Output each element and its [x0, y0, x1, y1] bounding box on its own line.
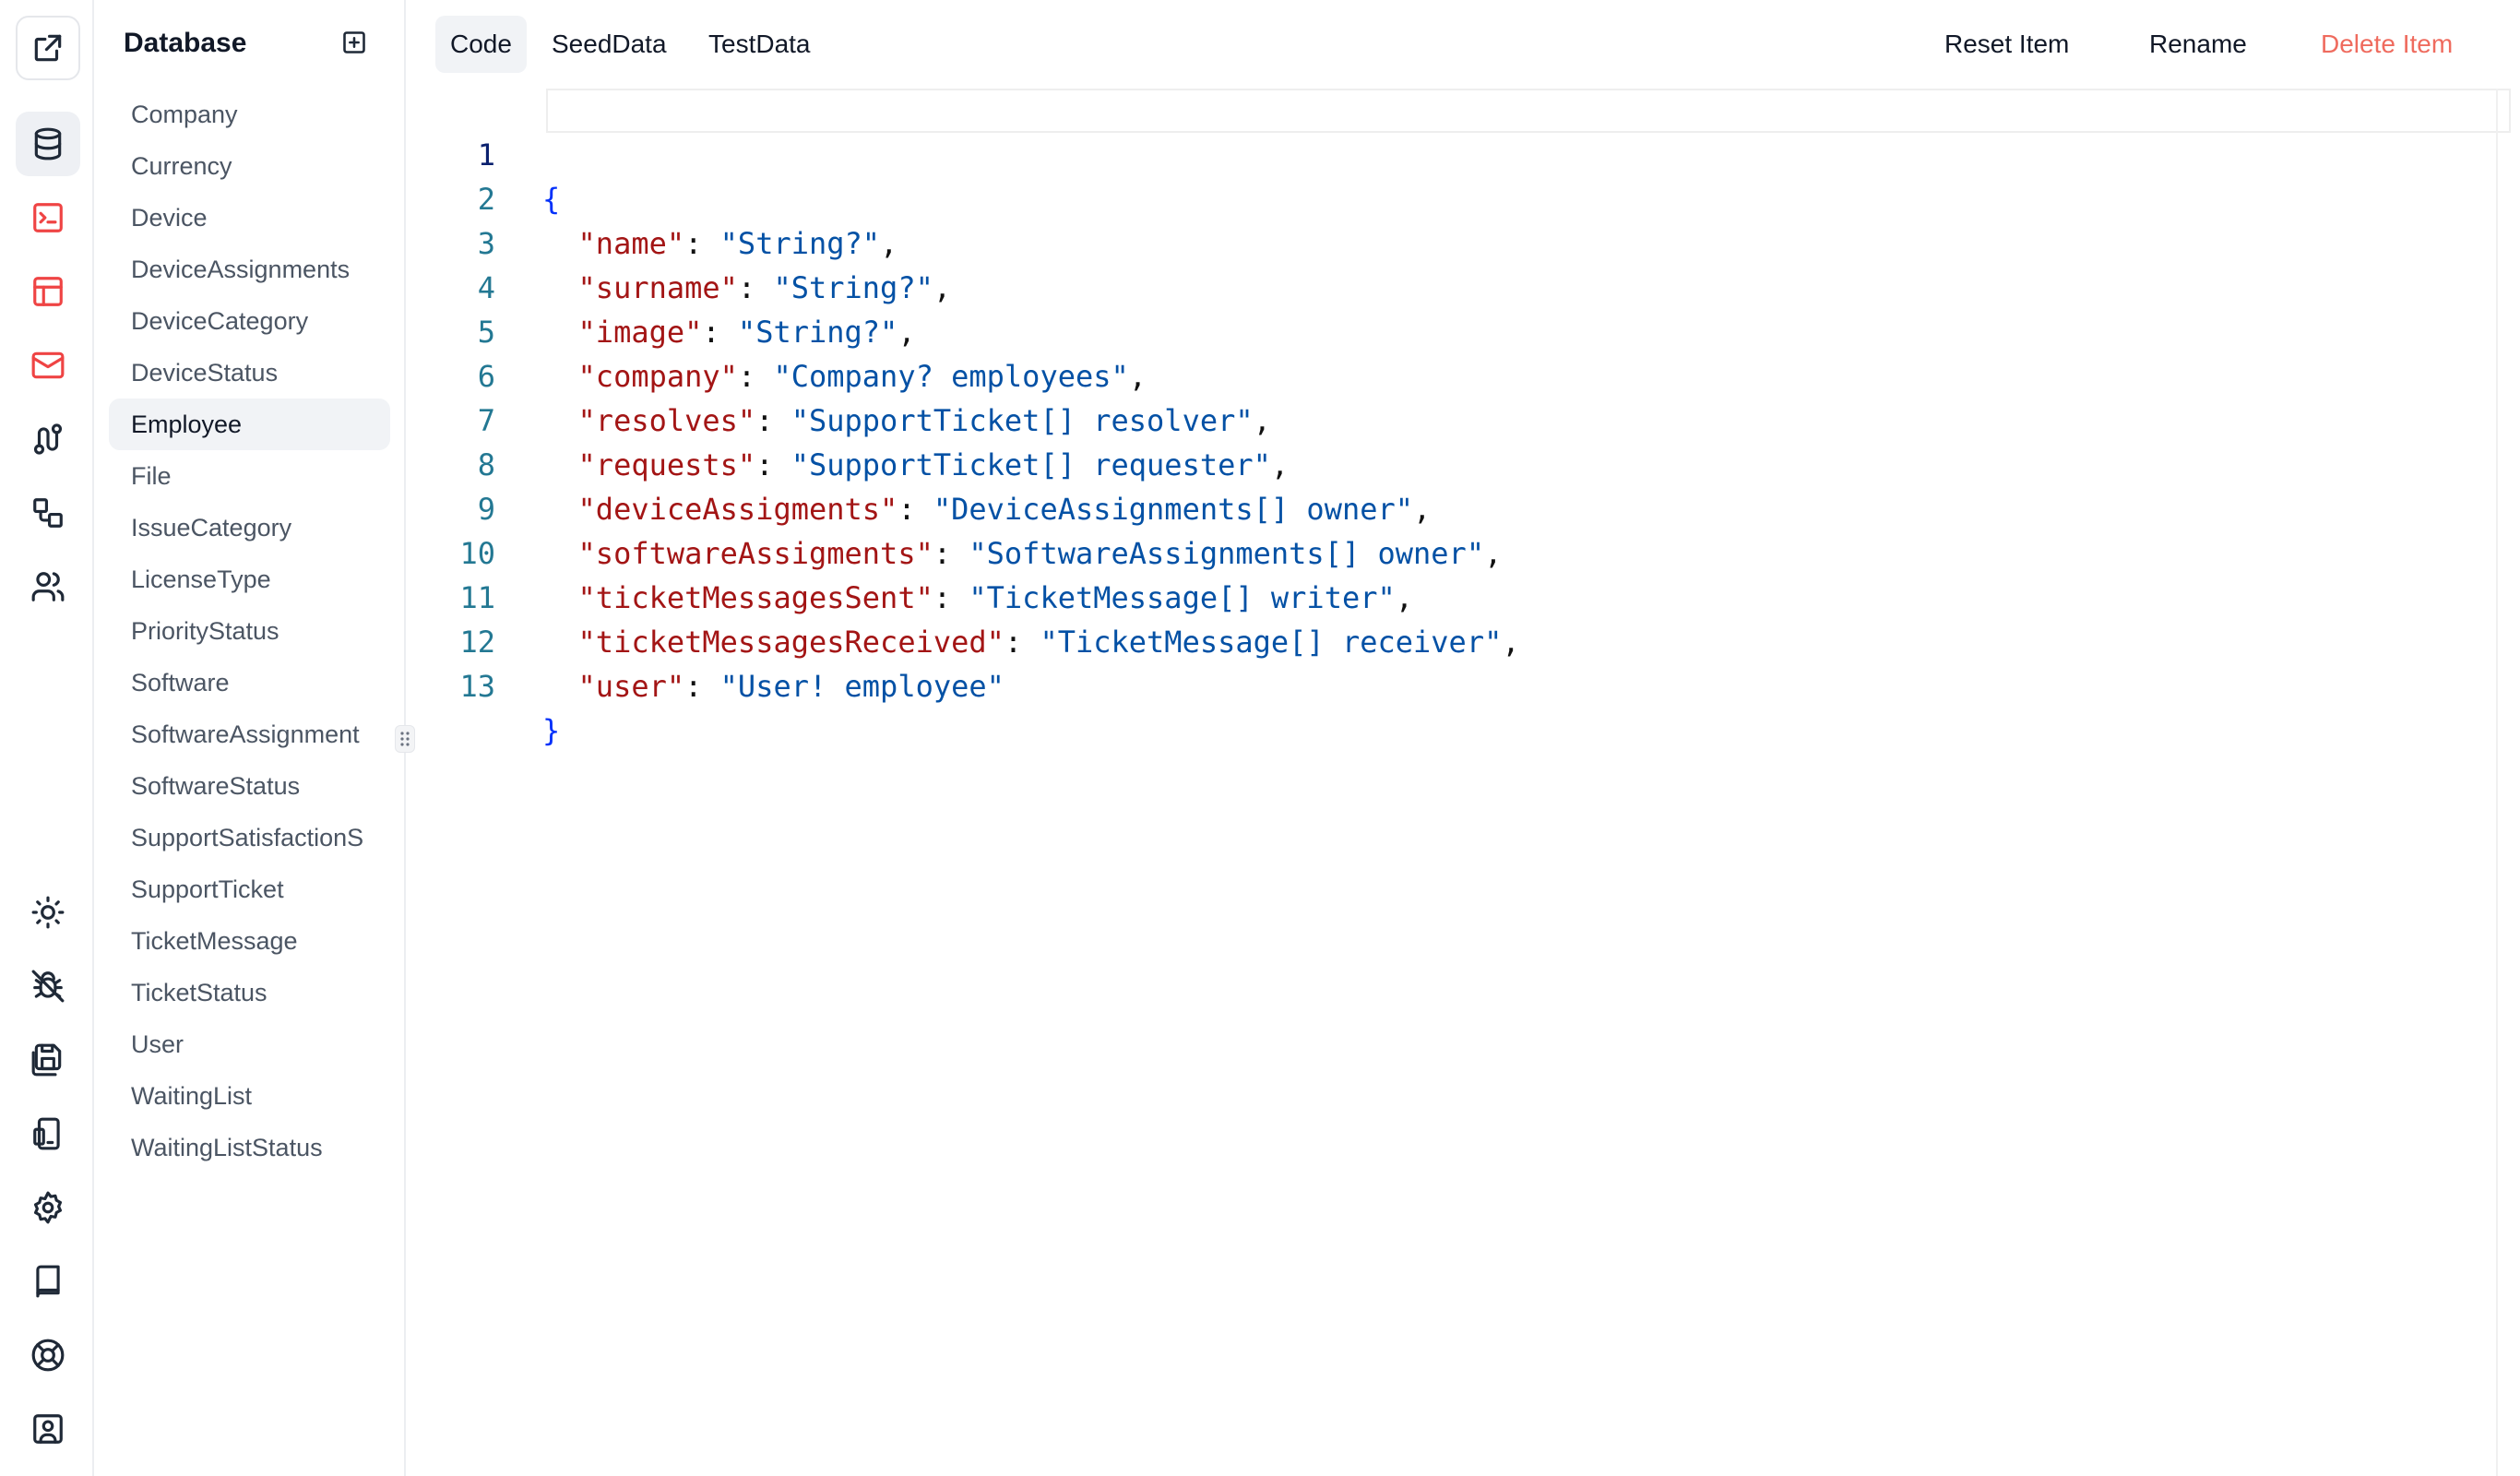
device-icon[interactable] — [16, 1101, 80, 1166]
list-item[interactable]: IssueCategory — [109, 502, 390, 554]
list-item[interactable]: DeviceStatus — [109, 347, 390, 399]
model-list: Company Currency Device DeviceAssignment… — [109, 89, 390, 1173]
component-icon[interactable] — [16, 481, 80, 545]
open-brace: { — [542, 182, 561, 217]
json-value: "String?" — [719, 226, 881, 261]
route-icon[interactable] — [16, 407, 80, 471]
json-value: "SupportTicket[] resolver" — [790, 403, 1254, 438]
json-value: "Company? employees" — [773, 359, 1129, 394]
json-key: "deviceAssigments" — [577, 492, 898, 527]
list-item[interactable]: WaitingList — [109, 1070, 390, 1122]
list-item[interactable]: Software — [109, 657, 390, 708]
layout-icon[interactable] — [16, 259, 80, 324]
list-item-selected[interactable]: Employee — [109, 399, 390, 450]
list-item[interactable]: File — [109, 450, 390, 502]
book-icon[interactable] — [16, 1249, 80, 1314]
mail-icon[interactable] — [16, 333, 80, 398]
json-value: "DeviceAssignments[] owner" — [933, 492, 1414, 527]
json-value: "String?" — [737, 315, 898, 350]
code-line: 9 "softwareAssigments": "SoftwareAssignm… — [408, 443, 1503, 571]
list-item[interactable]: DeviceAssignments — [109, 244, 390, 295]
list-item[interactable]: SoftwareStatus — [109, 760, 390, 812]
json-key: "ticketMessagesSent" — [577, 580, 933, 615]
code-line: 6 "resolves": "SupportTicket[] resolver"… — [408, 310, 1271, 438]
json-value: "SoftwareAssignments[] owner" — [969, 536, 1485, 571]
json-value: "TicketMessage[] receiver" — [1040, 625, 1503, 660]
json-value: "TicketMessage[] writer" — [969, 580, 1396, 615]
close-brace: } — [542, 713, 561, 748]
json-value: "String?" — [773, 270, 933, 305]
tab-seeddata[interactable]: SeedData — [537, 16, 682, 73]
json-value: "SupportTicket[] requester" — [790, 447, 1271, 482]
list-item[interactable]: SupportSatisfactionS — [109, 812, 390, 863]
save-all-icon[interactable] — [16, 1028, 80, 1092]
list-item[interactable]: PriorityStatus — [109, 605, 390, 657]
json-key: "user" — [577, 669, 685, 704]
json-key: "requests" — [577, 447, 756, 482]
database-icon[interactable] — [16, 112, 80, 176]
list-item[interactable]: TicketMessage — [109, 915, 390, 967]
code-line: 10 "ticketMessagesSent": "TicketMessage[… — [408, 487, 1413, 615]
json-value: "User! employee" — [719, 669, 1004, 704]
list-item[interactable]: LicenseType — [109, 554, 390, 605]
current-line-highlight — [546, 89, 2511, 133]
tab-testdata[interactable]: TestData — [694, 16, 826, 73]
database-sidebar: Database Company Currency Device DeviceA… — [94, 0, 406, 1476]
line-number: 13 — [459, 669, 495, 704]
bug-off-icon[interactable] — [16, 954, 80, 1018]
code-editor[interactable]: 1 { 2 "name": "String?", 3 "surname": "S… — [408, 89, 2520, 1476]
plus-square-icon[interactable] — [341, 30, 367, 55]
code-line: 8 "deviceAssigments": "DeviceAssignments… — [408, 399, 1432, 527]
list-item[interactable]: User — [109, 1018, 390, 1070]
json-key: "surname" — [577, 270, 738, 305]
list-item[interactable]: DeviceCategory — [109, 295, 390, 347]
code-line: 4 "image": "String?", — [408, 221, 916, 350]
sidebar-title: Database — [124, 28, 247, 58]
list-item[interactable]: SupportTicket — [109, 863, 390, 915]
sun-icon[interactable] — [16, 880, 80, 945]
code-line: 11 "ticketMessagesReceived": "TicketMess… — [408, 531, 1519, 660]
tab-code[interactable]: Code — [435, 16, 527, 73]
icon-rail — [0, 0, 94, 1476]
json-key: "name" — [577, 226, 685, 261]
list-item[interactable]: Company — [109, 89, 390, 140]
code-line: 12 "user": "User! employee" — [408, 576, 1004, 704]
users-icon[interactable] — [16, 554, 80, 619]
settings-icon[interactable] — [16, 1175, 80, 1240]
list-item[interactable]: Device — [109, 192, 390, 244]
code-line: 5 "company": "Company? employees", — [408, 266, 1147, 394]
code-line: 7 "requests": "SupportTicket[] requester… — [408, 354, 1289, 482]
json-key: "softwareAssigments" — [577, 536, 933, 571]
list-item[interactable]: WaitingListStatus — [109, 1122, 390, 1173]
code-line: 3 "surname": "String?", — [408, 177, 951, 305]
delete-item-button[interactable]: Delete Item — [2321, 16, 2453, 73]
json-key: "resolves" — [577, 403, 756, 438]
editor-scrollbar[interactable] — [2496, 89, 2498, 1476]
code-line: 13 } — [408, 620, 560, 748]
json-key: "image" — [577, 315, 703, 350]
reset-item-button[interactable]: Reset Item — [1944, 16, 2069, 73]
list-item[interactable]: SoftwareAssignment — [109, 708, 390, 760]
json-key: "company" — [577, 359, 738, 394]
terminal-icon[interactable] — [16, 185, 80, 250]
code-line: 2 "name": "String?", — [408, 133, 898, 261]
code-line: 1 { — [408, 89, 561, 217]
list-item[interactable]: Currency — [109, 140, 390, 192]
external-link-icon[interactable] — [16, 16, 80, 80]
rename-button[interactable]: Rename — [2149, 16, 2247, 73]
contact-icon[interactable] — [16, 1397, 80, 1461]
life-buoy-icon[interactable] — [16, 1323, 80, 1387]
list-item[interactable]: TicketStatus — [109, 967, 390, 1018]
json-key: "ticketMessagesReceived" — [577, 625, 1004, 660]
